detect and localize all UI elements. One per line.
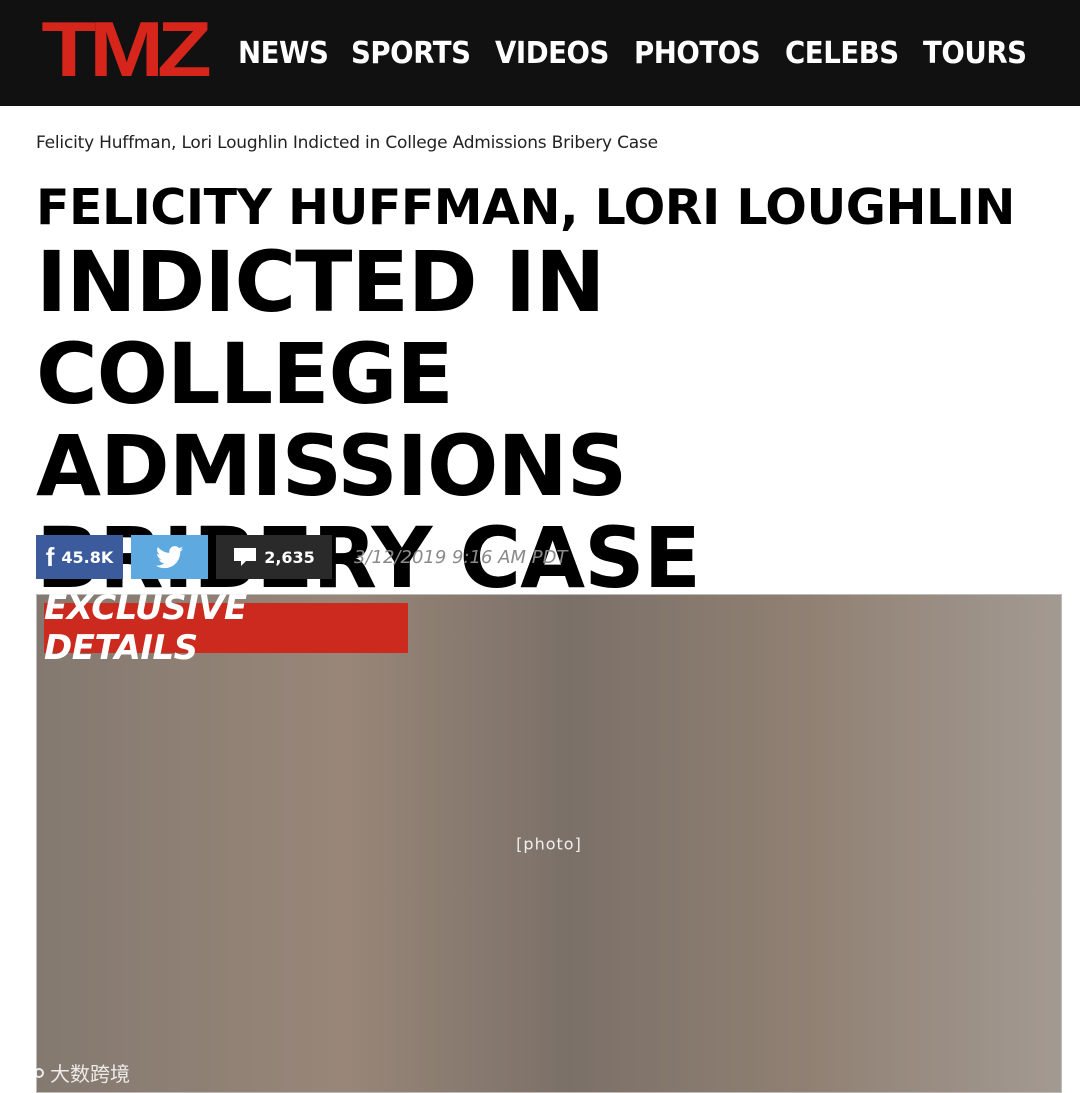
hero-image[interactable]: [photo] (36, 594, 1062, 1093)
watermark: 大数跨境 (8, 1058, 130, 1087)
headline-kicker: FELICITY HUFFMAN, LORI LOUGHLIN (36, 179, 1015, 236)
hero-image-label: [photo] (516, 834, 582, 853)
nav-item-sports[interactable]: SPORTS (351, 36, 471, 71)
exclusive-badge: EXCLUSIVE DETAILS (44, 588, 408, 668)
facebook-share-count: 45.8K (61, 547, 114, 567)
nav-item-tours[interactable]: TOURS (923, 36, 1027, 71)
share-bar: f 45.8K 2,635 3/12/2019 9:16 AM PDT (36, 535, 567, 579)
watermark-text: 大数跨境 (50, 1062, 130, 1086)
watermark-logo-icon (8, 1063, 44, 1082)
twitter-icon (155, 545, 184, 569)
logo-text: TMZ (41, 5, 212, 93)
nav-item-videos[interactable]: VIDEOS (495, 36, 609, 71)
publish-timestamp: 3/12/2019 9:16 AM PDT (354, 546, 568, 568)
top-navigation-bar: TMZ NEWS SPORTS VIDEOS PHOTOS CELEBS TOU… (0, 0, 1080, 106)
facebook-share-button[interactable]: f 45.8K (36, 535, 123, 579)
nav-item-news[interactable]: NEWS (238, 36, 329, 71)
facebook-icon: f (45, 542, 55, 572)
comment-count: 2,635 (264, 547, 315, 567)
twitter-share-button[interactable] (131, 535, 208, 579)
tmz-logo[interactable]: TMZ (36, 5, 212, 93)
breadcrumb[interactable]: Felicity Huffman, Lori Loughlin Indicted… (36, 133, 658, 153)
main-nav: NEWS SPORTS VIDEOS PHOTOS CELEBS TOURS (238, 0, 1036, 106)
exclusive-badge-label: EXCLUSIVE DETAILS (44, 588, 247, 668)
nav-item-celebs[interactable]: CELEBS (785, 36, 899, 71)
comment-icon (233, 547, 257, 567)
nav-item-photos[interactable]: PHOTOS (634, 36, 761, 71)
comments-button[interactable]: 2,635 (216, 535, 332, 579)
